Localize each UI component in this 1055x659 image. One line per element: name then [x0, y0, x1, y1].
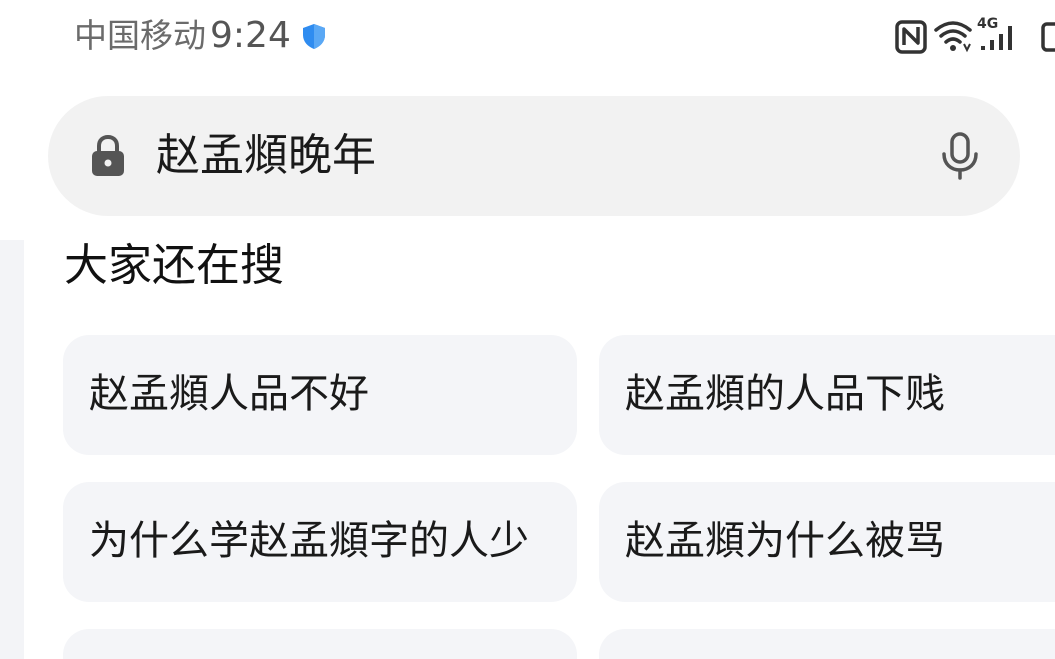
- search-query[interactable]: 赵孟頫晚年: [156, 126, 376, 186]
- carrier-name: 中国移动: [74, 16, 206, 55]
- wifi-icon: [934, 21, 972, 53]
- related-search-chip[interactable]: 赵孟頫人品不好: [63, 335, 577, 455]
- lock-icon: [92, 134, 124, 176]
- related-searches-title: 大家还在搜: [64, 240, 284, 291]
- status-bar: 中国移动 9:24 4G: [0, 0, 1055, 76]
- related-search-label: 赵孟頫人品不好: [89, 371, 369, 417]
- cellular-signal-icon: [981, 26, 1012, 50]
- battery-icon: [1041, 22, 1055, 52]
- related-search-chip[interactable]: 为什么学赵孟頫字的人少: [63, 482, 577, 602]
- clock: 9:24: [210, 15, 291, 56]
- status-icons: 4G: [895, 14, 1055, 58]
- related-search-label: 为什么学赵孟頫字的人少: [89, 518, 529, 564]
- related-search-chip[interactable]: 赵孟頫的人品下贱: [599, 335, 1055, 455]
- left-panel-edge: [0, 240, 24, 659]
- search-bar[interactable]: 赵孟頫晚年: [48, 96, 1020, 216]
- related-search-chip[interactable]: 赵孟頫为什么被骂: [599, 482, 1055, 602]
- related-search-label: 赵孟頫的人品下贱: [625, 371, 945, 417]
- related-search-label: 赵孟頫为什么被骂: [625, 518, 945, 564]
- carrier-time: 中国移动 9:24: [74, 14, 291, 58]
- related-search-chip[interactable]: [599, 629, 1055, 659]
- shield-icon: [303, 24, 325, 49]
- nfc-icon: [895, 20, 927, 54]
- screen: 中国移动 9:24 4G 赵孟頫晚年 大家还在搜 赵孟頫人品不好 赵孟頫的人品下…: [0, 0, 1055, 659]
- related-search-chip[interactable]: [63, 629, 577, 659]
- microphone-icon[interactable]: [940, 132, 980, 180]
